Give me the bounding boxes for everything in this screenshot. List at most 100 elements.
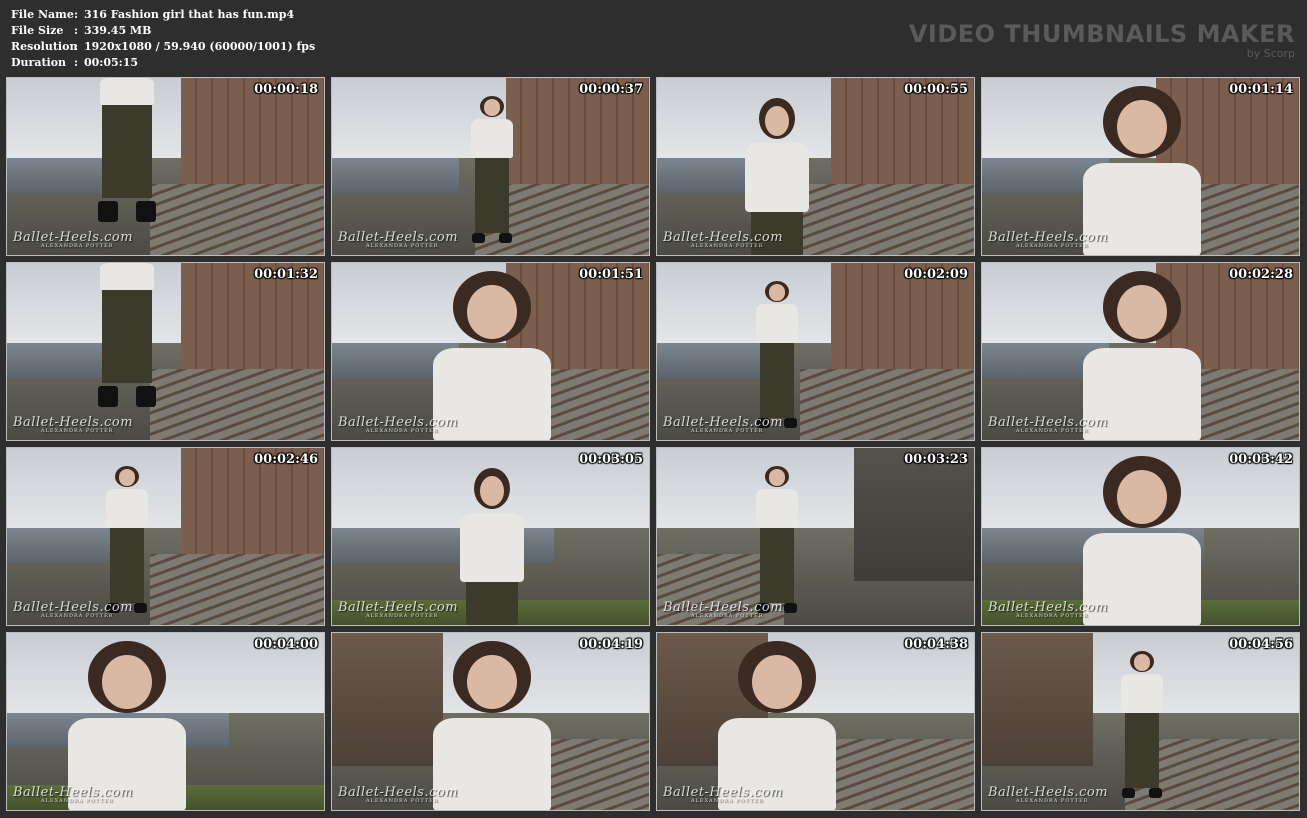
file-info-row: File Name : 316 Fashion girl that has fu… — [11, 7, 315, 23]
thumbnail[interactable]: 00:04:00 Ballet-Heels.com ALEXANDRA POTTER — [6, 632, 325, 811]
file-info-separator: : — [74, 8, 79, 21]
shirt — [756, 303, 798, 343]
pants — [475, 157, 509, 233]
watermark: Ballet-Heels.com ALEXANDRA POTTER — [988, 785, 1108, 804]
thumbnail-grid: 00:00:18 Ballet-Heels.com ALEXANDRA POTTER… — [6, 77, 1300, 811]
file-info-value: 339.45 MB — [84, 24, 152, 37]
watermark: Ballet-Heels.com ALEXANDRA POTTER — [663, 230, 783, 249]
thumbnail[interactable]: 00:01:14 Ballet-Heels.com ALEXANDRA POTTER — [981, 77, 1300, 256]
watermark: Ballet-Heels.com ALEXANDRA POTTER — [663, 785, 783, 804]
shirt — [460, 512, 524, 583]
shoe — [784, 417, 797, 428]
timestamp: 00:04:38 — [904, 637, 968, 652]
graffiti-wall — [853, 448, 974, 581]
watermark: Ballet-Heels.com ALEXANDRA POTTER — [663, 415, 783, 434]
thumbnail[interactable]: 00:01:32 Ballet-Heels.com ALEXANDRA POTTER — [6, 262, 325, 441]
shirt — [471, 118, 513, 158]
watermark: Ballet-Heels.com ALEXANDRA POTTER — [13, 785, 133, 804]
watermark: Ballet-Heels.com ALEXANDRA POTTER — [663, 600, 783, 619]
timestamp: 00:03:42 — [1229, 452, 1293, 467]
pants — [466, 582, 518, 625]
pants — [760, 342, 794, 418]
watermark: Ballet-Heels.com ALEXANDRA POTTER — [338, 600, 458, 619]
timestamp: 00:00:18 — [254, 82, 318, 97]
thumbnail[interactable]: 00:00:18 Ballet-Heels.com ALEXANDRA POTTER — [6, 77, 325, 256]
thumbnail[interactable]: 00:00:55 Ballet-Heels.com ALEXANDRA POTTER — [656, 77, 975, 256]
thumbnail[interactable]: 00:04:56 Ballet-Heels.com ALEXANDRA POTTER — [981, 632, 1300, 811]
timestamp: 00:04:19 — [579, 637, 643, 652]
timestamp: 00:02:28 — [1229, 267, 1293, 282]
shoe — [134, 602, 147, 613]
model-figure — [82, 78, 172, 228]
file-info-separator: : — [74, 56, 79, 69]
pants — [101, 105, 153, 198]
shoe — [136, 386, 156, 407]
brand-subtitle: by Scorp — [1246, 47, 1295, 60]
shirt — [100, 263, 154, 290]
pants — [760, 527, 794, 603]
face — [483, 99, 501, 116]
model-figure — [742, 466, 812, 616]
watermark: Ballet-Heels.com ALEXANDRA POTTER — [338, 785, 458, 804]
timestamp: 00:01:32 — [254, 267, 318, 282]
river-water — [332, 157, 459, 194]
face — [1133, 654, 1151, 671]
file-info-row: Resolution : 1920x1080 / 59.940 (60000/1… — [11, 39, 315, 55]
shoe — [136, 201, 156, 222]
thumbnail[interactable]: 00:03:05 Ballet-Heels.com ALEXANDRA POTTER — [331, 447, 650, 626]
thumbnail[interactable]: 00:00:37 Ballet-Heels.com ALEXANDRA POTTER — [331, 77, 650, 256]
brand-title: VIDEO THUMBNAILS MAKER — [908, 20, 1295, 48]
file-info-separator: : — [74, 40, 79, 53]
timestamp: 00:01:14 — [1229, 82, 1293, 97]
railway-tracks — [149, 184, 324, 255]
thumbnail[interactable]: 00:04:19 Ballet-Heels.com ALEXANDRA POTTER — [331, 632, 650, 811]
watermark: Ballet-Heels.com ALEXANDRA POTTER — [13, 600, 133, 619]
railway-tracks — [149, 554, 324, 625]
thumbnail[interactable]: 00:02:46 Ballet-Heels.com ALEXANDRA POTTER — [6, 447, 325, 626]
shirt — [106, 488, 148, 528]
thumbnail[interactable]: 00:04:38 Ballet-Heels.com ALEXANDRA POTTER — [656, 632, 975, 811]
face — [118, 469, 136, 486]
pants — [101, 290, 153, 383]
shoe — [784, 602, 797, 613]
file-info-key: Resolution — [11, 40, 78, 53]
timestamp: 00:00:37 — [579, 82, 643, 97]
file-info-row: File Size : 339.45 MB — [11, 23, 315, 39]
thumbnail[interactable]: 00:02:09 Ballet-Heels.com ALEXANDRA POTTER — [656, 262, 975, 441]
shoe — [98, 201, 118, 222]
file-info-value: 316 Fashion girl that has fun.mp4 — [84, 8, 295, 21]
thumbnail[interactable]: 00:02:28 Ballet-Heels.com ALEXANDRA POTTER — [981, 262, 1300, 441]
face — [466, 654, 518, 710]
shoe — [98, 386, 118, 407]
face — [101, 654, 153, 710]
brick-building — [982, 633, 1093, 766]
face — [768, 284, 786, 301]
railway-tracks — [149, 369, 324, 440]
face — [466, 284, 518, 340]
shoe — [1149, 787, 1162, 798]
timestamp: 00:04:00 — [254, 637, 318, 652]
shoe — [1122, 787, 1135, 798]
timestamp: 00:02:09 — [904, 267, 968, 282]
file-info-row: Duration : 00:05:15 — [11, 55, 315, 71]
thumbnail[interactable]: 00:01:51 Ballet-Heels.com ALEXANDRA POTTER — [331, 262, 650, 441]
watermark: Ballet-Heels.com ALEXANDRA POTTER — [338, 230, 458, 249]
file-info-key: File Size — [11, 24, 64, 37]
watermark: Ballet-Heels.com ALEXANDRA POTTER — [988, 230, 1108, 249]
watermark: Ballet-Heels.com ALEXANDRA POTTER — [988, 415, 1108, 434]
file-info-key: Duration — [11, 56, 67, 69]
watermark: Ballet-Heels.com ALEXANDRA POTTER — [988, 600, 1108, 619]
pants — [1125, 712, 1159, 788]
thumbnail[interactable]: 00:03:42 Ballet-Heels.com ALEXANDRA POTTER — [981, 447, 1300, 626]
shoe — [472, 232, 485, 243]
face — [768, 469, 786, 486]
pants — [110, 527, 144, 603]
shirt — [745, 142, 809, 213]
face — [480, 475, 504, 507]
brand-logo: VIDEO THUMBNAILS MAKER by Scorp — [909, 20, 1295, 60]
file-info: File Name : 316 Fashion girl that has fu… — [11, 7, 315, 71]
shirt — [756, 488, 798, 528]
shoe — [499, 232, 512, 243]
model-figure — [92, 466, 162, 616]
thumbnail[interactable]: 00:03:23 Ballet-Heels.com ALEXANDRA POTTER — [656, 447, 975, 626]
